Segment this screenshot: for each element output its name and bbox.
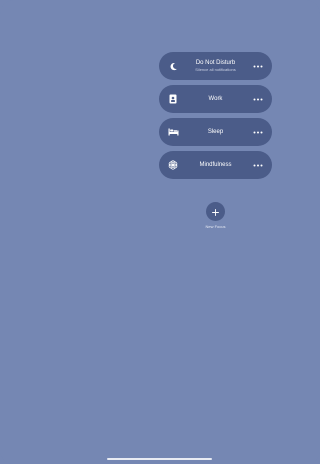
focus-row-text: Work: [181, 85, 250, 113]
focus-name: Sleep: [207, 128, 224, 135]
moon-icon: [166, 59, 180, 73]
bed-icon: [166, 125, 180, 139]
home-indicator[interactable]: [107, 458, 212, 460]
focus-mode-list: Do Not Disturb Silence all notifications: [159, 52, 272, 184]
focus-row-text: Do Not Disturb Silence all notifications: [181, 52, 250, 80]
focus-row-work[interactable]: Work: [159, 85, 272, 113]
focus-row-mindfulness[interactable]: Mindfulness: [159, 151, 272, 179]
focus-subtitle: Silence all notifications: [195, 67, 236, 72]
flower-icon: [166, 158, 180, 172]
focus-name: Mindfulness: [199, 161, 232, 168]
focus-row-text: Sleep: [181, 118, 250, 146]
focus-row-text: Mindfulness: [181, 151, 250, 179]
plus-icon: [212, 203, 219, 221]
ellipsis-icon[interactable]: [252, 127, 264, 137]
new-focus: New Focus: [205, 202, 226, 229]
focus-row-sleep[interactable]: Sleep: [159, 118, 272, 146]
ellipsis-icon[interactable]: [252, 94, 264, 104]
focus-screen: Do Not Disturb Silence all notifications: [0, 0, 320, 464]
ellipsis-icon[interactable]: [252, 160, 264, 170]
id-badge-icon: [166, 92, 180, 106]
new-focus-label: New Focus: [205, 224, 226, 229]
ellipsis-icon[interactable]: [252, 61, 264, 71]
focus-row-do-not-disturb[interactable]: Do Not Disturb Silence all notifications: [159, 52, 272, 80]
focus-name: Work: [208, 95, 223, 102]
focus-name: Do Not Disturb: [195, 60, 236, 66]
new-focus-button[interactable]: [206, 202, 225, 221]
